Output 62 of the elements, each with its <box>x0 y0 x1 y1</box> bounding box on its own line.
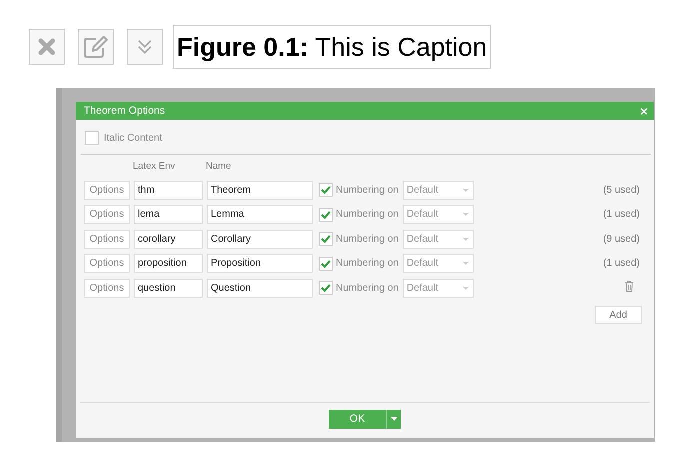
latex-env-field[interactable]: lema <box>134 205 203 224</box>
ok-button[interactable]: OK <box>329 410 386 428</box>
caret-icon <box>462 286 469 290</box>
pencil-square-icon <box>83 35 109 59</box>
numbering-select[interactable]: Default <box>402 254 474 273</box>
ok-dropdown-button[interactable] <box>386 410 401 428</box>
dialog-title: Theorem Options <box>84 105 166 117</box>
edit-button[interactable] <box>78 29 114 65</box>
latex-env-field[interactable]: corollary <box>134 230 203 248</box>
trash-icon[interactable] <box>625 281 634 292</box>
check-icon <box>321 260 331 268</box>
name-field[interactable]: Theorem <box>207 180 313 200</box>
latex-env-field[interactable]: question <box>134 278 203 298</box>
check-icon <box>321 186 331 194</box>
caret-icon <box>390 417 398 421</box>
numbering-label: Numbering on <box>336 184 399 196</box>
caret-icon <box>462 188 469 192</box>
close-icon <box>38 38 56 56</box>
double-chevron-icon <box>137 39 153 55</box>
numbering-checkbox[interactable] <box>319 281 333 295</box>
caption-field[interactable]: Figure 0.1: This is Caption <box>173 25 492 69</box>
latex-env-field[interactable]: proposition <box>134 254 203 273</box>
numbering-checkbox[interactable] <box>319 256 333 270</box>
options-button[interactable]: Options <box>84 278 130 298</box>
name-field[interactable]: Question <box>207 278 313 298</box>
usage-count: (1 used) <box>603 258 640 269</box>
numbering-label: Numbering on <box>336 258 399 269</box>
options-button[interactable]: Options <box>84 254 130 273</box>
delete-button[interactable] <box>29 29 65 65</box>
italic-checkbox[interactable] <box>85 131 99 145</box>
numbering-select[interactable]: Default <box>402 278 474 298</box>
numbering-label: Numbering on <box>336 209 399 220</box>
column-header: Name <box>206 161 232 174</box>
add-button[interactable]: Add <box>595 306 642 324</box>
options-button[interactable]: Options <box>84 205 130 224</box>
usage-count: (9 used) <box>603 234 640 244</box>
name-field[interactable]: Lemma <box>207 205 313 224</box>
numbering-checkbox[interactable] <box>319 232 333 246</box>
caret-icon <box>462 262 469 265</box>
numbering-checkbox[interactable] <box>319 183 333 197</box>
check-icon <box>321 210 331 218</box>
numbering-select[interactable]: Default <box>402 180 474 200</box>
usage-count: (5 used) <box>603 184 640 196</box>
caret-icon <box>462 213 469 216</box>
close-button[interactable]: × <box>640 104 648 118</box>
numbering-select[interactable]: Default <box>402 230 474 248</box>
italic-content-label: Italic Content <box>104 132 162 144</box>
latex-env-field[interactable]: thm <box>134 180 203 200</box>
caret-icon <box>462 238 469 240</box>
name-field[interactable]: Corollary <box>207 230 313 248</box>
numbering-select[interactable]: Default <box>402 205 474 224</box>
check-icon <box>321 284 331 292</box>
options-button[interactable]: Options <box>84 230 130 248</box>
usage-count: (1 used) <box>603 209 640 220</box>
expand-button[interactable] <box>127 29 163 65</box>
numbering-label: Numbering on <box>336 282 399 294</box>
numbering-checkbox[interactable] <box>319 208 333 222</box>
check-icon <box>321 235 331 243</box>
name-field[interactable]: Proposition <box>207 254 313 273</box>
column-header: Latex Env <box>133 161 176 174</box>
numbering-label: Numbering on <box>336 234 399 244</box>
options-button[interactable]: Options <box>84 180 130 200</box>
